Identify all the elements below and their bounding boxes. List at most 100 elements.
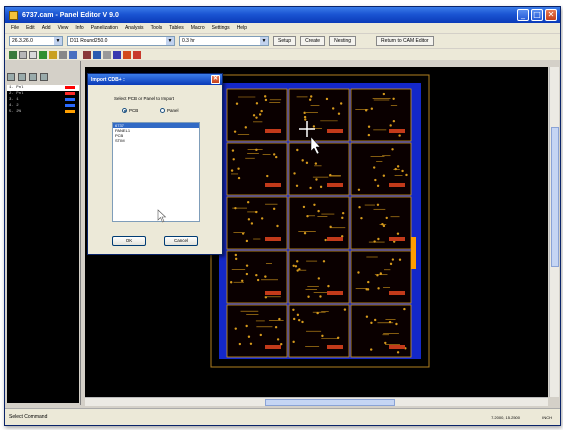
- main-toolbar: 26.3.26.0 ▼ D11 Round250.0 ▼ 0.3 hr ▼ Se…: [5, 34, 560, 48]
- measure-icon[interactable]: [83, 50, 91, 59]
- color-icon[interactable]: [123, 50, 131, 59]
- layer-delete-icon[interactable]: [40, 73, 48, 81]
- grid-icon[interactable]: [93, 50, 101, 59]
- menu-bar: File Edit Add View Info Panelization Ana…: [5, 23, 560, 33]
- pcb-board: [288, 196, 350, 250]
- stop-icon[interactable]: [133, 50, 141, 59]
- layer-up-icon[interactable]: [18, 73, 26, 81]
- panel-marker: [411, 237, 416, 269]
- menu-add[interactable]: Add: [42, 25, 51, 31]
- radio-panel[interactable]: Panel: [160, 108, 179, 113]
- return-to-cam-button[interactable]: Return to CAM Editor: [376, 36, 434, 46]
- layer-color-swatch: [65, 86, 75, 89]
- dialog-title-bar[interactable]: Import CDB+ : ✕: [88, 74, 222, 85]
- dialog-title: Import CDB+ :: [91, 76, 125, 83]
- move-icon[interactable]: [49, 50, 57, 59]
- window-title: 6737.cam - Panel Editor V 9.0: [22, 11, 119, 19]
- layer-add-icon[interactable]: [7, 73, 15, 81]
- chevron-down-icon[interactable]: ▼: [54, 37, 62, 45]
- menu-tables[interactable]: Tables: [169, 25, 183, 31]
- menu-panelization[interactable]: Panelization: [91, 25, 118, 31]
- pcb-board: [350, 304, 412, 358]
- layer-name: 5. 2%: [9, 110, 22, 114]
- maximize-button[interactable]: □: [531, 9, 543, 21]
- dialog-close-button[interactable]: ✕: [211, 75, 220, 84]
- menu-settings[interactable]: Settings: [212, 25, 230, 31]
- setup-button[interactable]: Setup: [273, 36, 297, 46]
- grid-combo-value: 0.3 hr: [182, 38, 195, 44]
- horizontal-scrollbar[interactable]: [85, 397, 548, 406]
- snap-icon[interactable]: [103, 50, 111, 59]
- select-icon[interactable]: [39, 50, 47, 59]
- chevron-down-icon[interactable]: ▼: [260, 37, 268, 45]
- menu-info[interactable]: Info: [75, 25, 83, 31]
- layer-color-swatch: [65, 98, 75, 101]
- layer-combo[interactable]: 26.3.26.0 ▼: [9, 36, 63, 46]
- status-bar: Select Command 7.2000, 15.2500 INCH: [5, 408, 560, 425]
- pcb-board: [226, 88, 288, 142]
- layer-color-swatch: [65, 110, 75, 113]
- ok-button[interactable]: OK: [112, 236, 146, 246]
- title-bar[interactable]: 6737.cam - Panel Editor V 9.0 _ □ ✕: [5, 7, 560, 23]
- units-indicator: INCH: [542, 415, 552, 420]
- icon-toolbar: [5, 49, 560, 60]
- pcb-board: [350, 196, 412, 250]
- radio-pcb-label: PCB: [129, 108, 139, 113]
- layer-name: 4. 2: [9, 104, 19, 108]
- radio-pcb-dot[interactable]: [122, 108, 127, 113]
- draw-icon[interactable]: [29, 50, 37, 59]
- mouse-pointer-icon: [157, 209, 167, 223]
- layer-down-icon[interactable]: [29, 73, 37, 81]
- minimize-button[interactable]: _: [517, 9, 529, 21]
- horizontal-scroll-thumb[interactable]: [265, 399, 395, 406]
- aperture-combo[interactable]: D11 Round250.0 ▼: [67, 36, 175, 46]
- vertical-scroll-thumb[interactable]: [551, 127, 559, 267]
- menu-analysis[interactable]: Analysis: [125, 25, 144, 31]
- nesting-button[interactable]: Nesting: [329, 36, 357, 46]
- layer-list[interactable]: 1. Pnl 2. Pnl 3. 1 4. 2 5. 2%: [7, 85, 79, 403]
- pcb-board: [350, 88, 412, 142]
- chevron-down-icon[interactable]: ▼: [166, 37, 174, 45]
- menu-view[interactable]: View: [58, 25, 69, 31]
- open-icon[interactable]: [9, 50, 17, 59]
- pcb-board: [288, 304, 350, 358]
- cancel-button[interactable]: Cancel: [164, 236, 198, 246]
- layer-name: 2. Pnl: [9, 92, 24, 96]
- panel-editor-window: 6737.cam - Panel Editor V 9.0 _ □ ✕ File…: [4, 6, 561, 426]
- list-item[interactable]: STIM: [113, 138, 199, 143]
- layer-color-swatch: [65, 92, 75, 95]
- radio-panel-dot[interactable]: [160, 108, 165, 113]
- layer-name: 3. 1: [9, 98, 19, 102]
- status-text: Select Command: [9, 414, 48, 420]
- pcb-board: [350, 250, 412, 304]
- layer-name: 1. Pnl: [9, 86, 24, 90]
- pcb-board: [288, 142, 350, 196]
- pcb-board: [350, 142, 412, 196]
- radio-panel-label: Panel: [167, 108, 179, 113]
- close-button[interactable]: ✕: [545, 9, 557, 21]
- radio-pcb[interactable]: PCB: [122, 108, 138, 113]
- cursor-coordinates: 7.2000, 15.2500: [491, 415, 520, 420]
- menu-edit[interactable]: Edit: [26, 25, 35, 31]
- grid-combo[interactable]: 0.3 hr ▼: [179, 36, 269, 46]
- vertical-scrollbar[interactable]: [549, 67, 559, 397]
- pcb-board: [226, 196, 288, 250]
- menu-macro[interactable]: Macro: [191, 25, 205, 31]
- app-icon: [9, 10, 18, 20]
- zoom-icon[interactable]: [69, 50, 77, 59]
- import-dialog: Import CDB+ : ✕ Select PCB or Panel to I…: [87, 73, 223, 255]
- layer-row[interactable]: 5. 2%: [7, 109, 79, 115]
- import-listbox[interactable]: 6737 PANEL1 PCB STIM: [112, 122, 200, 223]
- pcb-board: [226, 304, 288, 358]
- create-button[interactable]: Create: [300, 36, 326, 46]
- copy-icon[interactable]: [59, 50, 67, 59]
- layer-color-swatch: [65, 104, 75, 107]
- pcb-board: [226, 142, 288, 196]
- layer-combo-value: 26.3.26.0: [12, 38, 33, 44]
- menu-help[interactable]: Help: [237, 25, 247, 31]
- menu-tools[interactable]: Tools: [151, 25, 163, 31]
- layers-icon[interactable]: [113, 50, 121, 59]
- menu-file[interactable]: File: [11, 25, 19, 31]
- save-icon[interactable]: [19, 50, 27, 59]
- aperture-combo-value: D11 Round250.0: [70, 38, 108, 44]
